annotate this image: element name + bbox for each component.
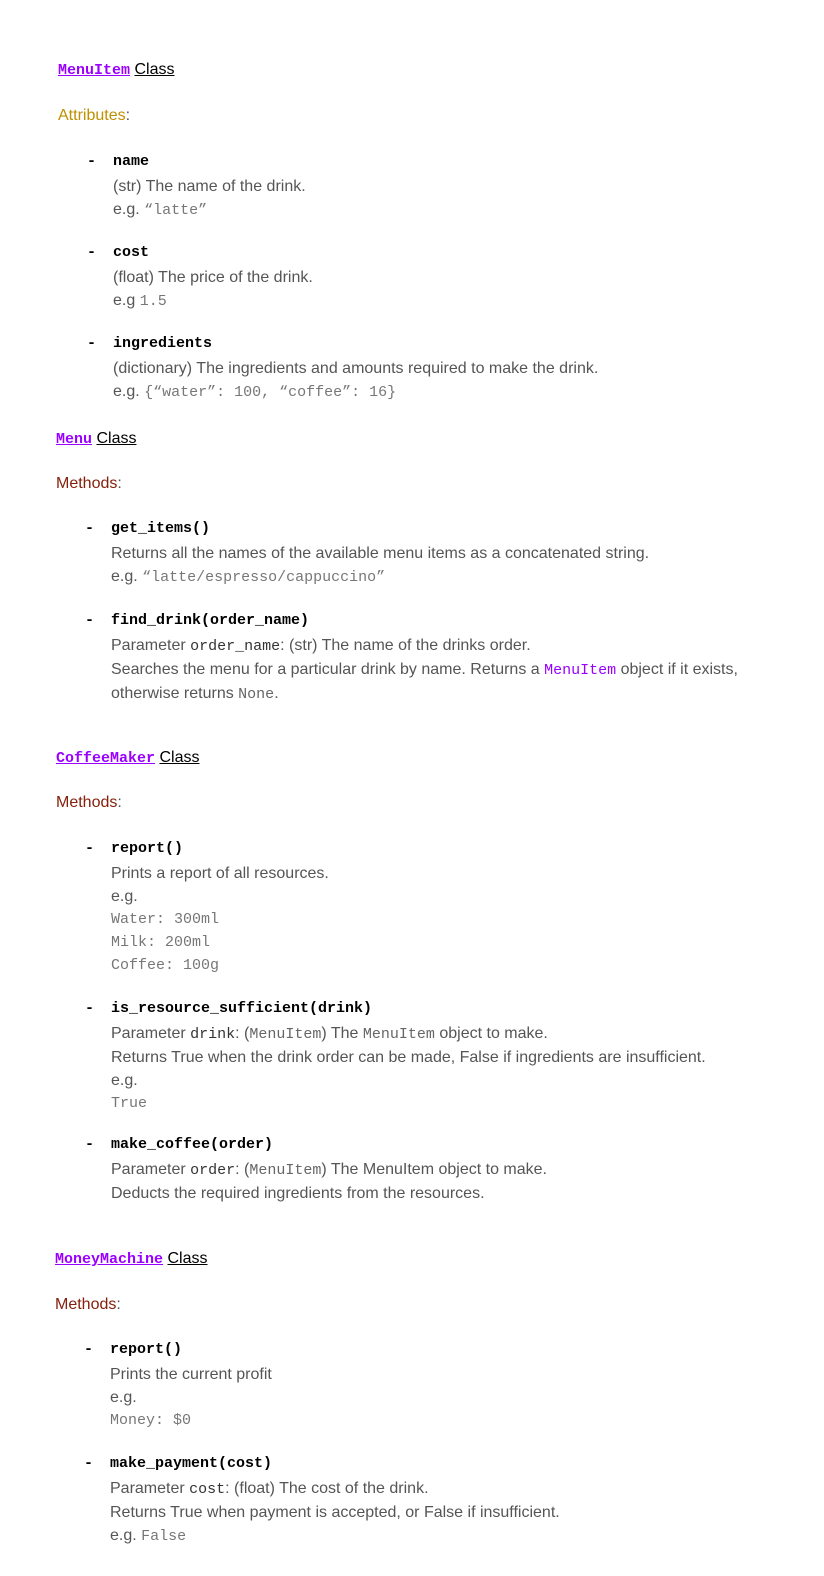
bullet: - [85, 520, 95, 537]
bullet: - [87, 153, 97, 170]
attribute-desc: (str) The name of the drink. [113, 178, 306, 195]
attribute-example: e.g 1.5 [113, 292, 167, 310]
menuitem-class-link[interactable]: MenuItem [58, 62, 130, 79]
label-colon: : [117, 794, 122, 811]
method-signature: make_coffee(order) [111, 1136, 274, 1153]
method-signature: report() [111, 840, 184, 857]
methods-label: Methods: [55, 1295, 121, 1315]
class-word: Class [134, 61, 175, 78]
attribute-name-label: ingredients [113, 335, 213, 352]
label-text: Attributes [58, 107, 126, 124]
method-example-label: e.g. [111, 888, 138, 905]
label-text: Methods [55, 1296, 117, 1313]
menu-class-link[interactable]: Menu [56, 431, 92, 448]
label-text: Methods [56, 475, 118, 492]
method-param: Parameter order_name: (str) The name of … [111, 637, 531, 655]
method-example-label: e.g. [111, 1072, 138, 1089]
attribute-name-label: name [113, 153, 150, 170]
method-desc: Returns True when payment is accepted, o… [110, 1504, 560, 1521]
method-example: e.g. “latte/espresso/cappuccino” [111, 568, 386, 586]
attribute-desc: (dictionary) The ingredients and amounts… [113, 360, 599, 377]
moneymachine-class-link[interactable]: MoneyMachine [55, 1251, 163, 1268]
label-colon: : [125, 107, 131, 124]
attribute-desc: (float) The price of the drink. [113, 269, 313, 286]
report-line-water: Water: 300ml [111, 911, 220, 928]
report-line-milk: Milk: 200ml [111, 934, 211, 951]
class-word: Class [167, 1250, 208, 1267]
menuitem-heading: MenuItem Class [58, 60, 174, 81]
method-desc: Prints the current profit [110, 1366, 272, 1383]
methods-label: Methods: [56, 474, 122, 494]
bullet: - [85, 1136, 95, 1153]
method-desc: Prints a report of all resources. [111, 865, 329, 882]
method-desc: Returns True when the drink order can be… [111, 1049, 706, 1066]
bullet: - [87, 335, 97, 352]
method-desc: Deducts the required ingredients from th… [111, 1185, 485, 1202]
attribute-example: e.g. {“water”: 100, “coffee”: 16} [113, 383, 397, 401]
bullet: - [85, 840, 95, 857]
method-example-label: e.g. [110, 1389, 137, 1406]
label-text: Methods [56, 794, 118, 811]
method-signature: is_resource_sufficient(drink) [111, 1000, 373, 1017]
method-signature: get_items() [111, 520, 211, 537]
bullet: - [84, 1455, 94, 1472]
method-signature: find_drink(order_name) [111, 612, 310, 629]
method-param: Parameter drink: (MenuItem) The MenuItem… [111, 1025, 548, 1043]
bullet: - [85, 612, 95, 629]
attribute-name-label: cost [113, 244, 150, 261]
method-desc: Searches the menu for a particular drink… [111, 661, 738, 679]
coffeemaker-heading: CoffeeMaker Class [56, 748, 200, 769]
class-word: Class [159, 749, 200, 766]
attributes-label: Attributes: [58, 106, 130, 126]
method-param: Parameter order: (MenuItem) The MenuItem… [111, 1161, 547, 1179]
attribute-example: e.g. “latte” [113, 201, 208, 219]
method-example: e.g. False [110, 1527, 187, 1545]
bullet: - [85, 1000, 95, 1017]
method-signature: make_payment(cost) [110, 1455, 273, 1472]
bullet: - [87, 244, 97, 261]
method-desc: Returns all the names of the available m… [111, 545, 650, 562]
label-colon: : [116, 1296, 121, 1313]
menuitem-link[interactable]: MenuItem [544, 662, 616, 679]
methods-label: Methods: [56, 793, 122, 813]
method-desc-cont: otherwise returns None. [111, 685, 279, 703]
moneymachine-heading: MoneyMachine Class [55, 1249, 208, 1270]
label-colon: : [117, 475, 122, 492]
bullet: - [84, 1341, 94, 1358]
method-example-value: True [111, 1095, 148, 1112]
menu-heading: Menu Class [56, 429, 136, 450]
method-param: Parameter cost: (float) The cost of the … [110, 1480, 429, 1498]
report-line-coffee: Coffee: 100g [111, 957, 220, 974]
method-example-value: Money: $0 [110, 1412, 192, 1429]
method-signature: report() [110, 1341, 183, 1358]
coffeemaker-class-link[interactable]: CoffeeMaker [56, 750, 155, 767]
class-word: Class [96, 430, 137, 447]
